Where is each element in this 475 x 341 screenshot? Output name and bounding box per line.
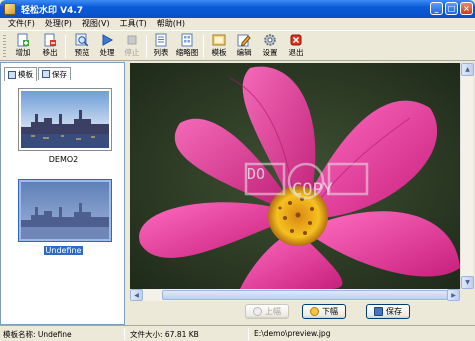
scroll-right-arrow-icon[interactable]: ▶ (447, 289, 460, 301)
remove-file-icon (44, 33, 56, 47)
toolbar-separator (65, 35, 66, 58)
status-file-size: 文件大小: 67.81 KB (130, 330, 199, 339)
template-thumbnail-undefine[interactable] (18, 179, 112, 242)
thumbnail-view-button[interactable]: 缩略图 (174, 33, 200, 60)
vertical-scrollbar[interactable]: ▲ ▼ (460, 63, 474, 289)
list-view-button[interactable]: 列表 (148, 33, 174, 60)
tab-saved[interactable]: 保存 (38, 67, 71, 80)
previous-arrow-icon (253, 307, 262, 316)
toolbar-grip[interactable] (3, 35, 6, 58)
thumbnails-icon (181, 33, 193, 47)
title-bar: 轻松水印 V4.7 _ □ × (0, 0, 475, 18)
template-tab-icon (8, 70, 16, 79)
maximize-button[interactable]: □ (445, 2, 458, 15)
floppy-save-icon (374, 307, 383, 316)
preview-button[interactable]: 预览 (69, 33, 95, 60)
menu-help[interactable]: 帮助(H) (152, 18, 190, 30)
add-button[interactable]: 增加 (10, 33, 36, 60)
status-divider (248, 328, 249, 340)
remove-button[interactable]: 移出 (37, 33, 63, 60)
play-icon (102, 34, 114, 46)
status-bar: 模板名称: Undefine 文件大小: 67.81 KB E:\demo\pr… (0, 325, 475, 341)
watermark-text-copy: COPY (292, 180, 333, 200)
next-arrow-icon (310, 307, 319, 316)
next-image-button[interactable]: 下幅 (302, 304, 346, 319)
menu-view[interactable]: 视图(V) (77, 18, 115, 30)
city-night-thumbnail (21, 91, 109, 148)
menu-process[interactable]: 处理(P) (40, 18, 77, 30)
watermark-text-do: DO (247, 165, 265, 183)
window-title: 轻松水印 V4.7 (21, 6, 84, 16)
thumbnail-caption: DEMO2 (48, 155, 79, 164)
minimize-button[interactable]: _ (430, 2, 443, 15)
status-divider (124, 328, 125, 340)
menu-file[interactable]: 文件(F) (3, 18, 40, 30)
magnifier-icon (75, 33, 89, 47)
flower-photo: DO COPY (130, 63, 460, 289)
scroll-left-arrow-icon[interactable]: ◀ (130, 289, 143, 301)
add-file-icon (17, 33, 29, 47)
status-file-path: E:\demo\preview.jpg (254, 329, 331, 338)
close-button[interactable]: × (460, 2, 473, 15)
menu-bar: 文件(F) 处理(P) 视图(V) 工具(T) 帮助(H) (0, 18, 475, 30)
template-panel: 模板 保存 DEMO2 Undefine (0, 62, 125, 325)
template-icon (212, 34, 226, 46)
status-template-name: 模板名称: Undefine (3, 330, 72, 339)
process-button[interactable]: 处理 (94, 33, 120, 60)
horizontal-scroll-thumb[interactable] (162, 290, 448, 300)
horizontal-scrollbar[interactable]: ◀ ▶ (130, 289, 460, 301)
toolbar-separator (146, 35, 147, 58)
stop-icon (127, 35, 137, 45)
thumbnail-caption-selected: Undefine (43, 246, 84, 255)
gear-icon (264, 34, 276, 46)
edit-button[interactable]: 编辑 (231, 33, 257, 60)
scroll-up-arrow-icon[interactable]: ▲ (461, 63, 474, 76)
save-image-button[interactable]: 保存 (366, 304, 410, 319)
template-thumbnail-demo2[interactable] (18, 88, 112, 151)
exit-icon (290, 34, 302, 46)
city-faded-thumbnail (21, 182, 109, 239)
panel-tabs: 模板 保存 (4, 67, 72, 81)
exit-button[interactable]: 退出 (283, 33, 309, 60)
image-preview[interactable]: DO COPY (130, 63, 460, 289)
menu-tools[interactable]: 工具(T) (115, 18, 152, 30)
list-icon (155, 33, 167, 47)
toolbar-separator (203, 35, 204, 58)
tab-templates[interactable]: 模板 (4, 67, 37, 81)
scroll-down-arrow-icon[interactable]: ▼ (461, 276, 474, 289)
save-tab-icon (42, 70, 50, 78)
app-icon (4, 3, 16, 15)
edit-pencil-icon (237, 34, 251, 47)
settings-button[interactable]: 设置 (257, 33, 283, 60)
stop-button[interactable]: 停止 (119, 33, 145, 60)
previous-image-button[interactable]: 上幅 (245, 304, 289, 319)
toolbar: 增加 移出 预览 处理 停止 列表 缩略图 模板 编辑 设置 退出 (0, 30, 475, 61)
template-button[interactable]: 模板 (206, 33, 232, 60)
